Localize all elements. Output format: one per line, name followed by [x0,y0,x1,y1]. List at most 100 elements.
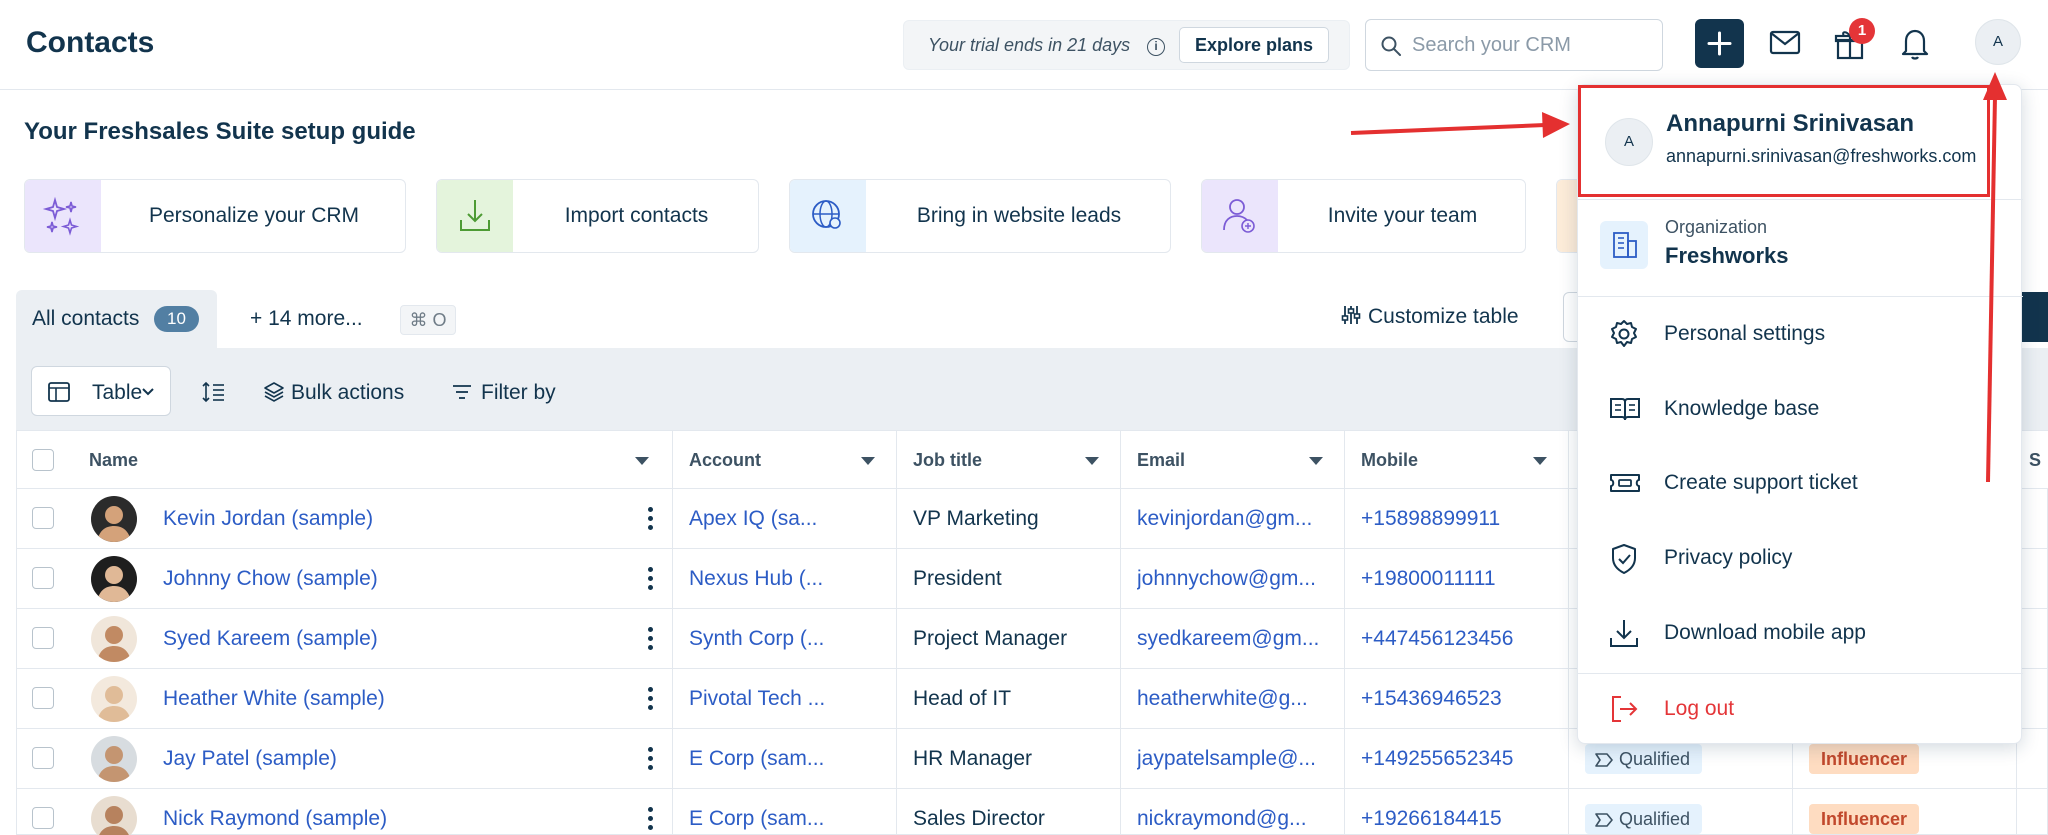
search-input[interactable] [1412,32,1652,58]
column-menu-icon[interactable] [1085,457,1099,465]
book-icon [1610,398,1640,421]
filter-button[interactable]: Filter by [451,381,556,405]
mobile-link[interactable]: +149255652345 [1361,747,1513,771]
name-cell: Syed Kareem (sample) [73,609,673,668]
guide-card-website-leads[interactable]: Bring in website leads [789,179,1171,253]
account-cell: Apex IQ (sa... [673,489,897,548]
email-cell: jaypatelsample@... [1121,729,1345,788]
select-all-checkbox[interactable] [32,449,54,471]
menu-item-log-out[interactable]: Log out [1578,679,2023,739]
add-button[interactable] [1695,19,1744,68]
status-cell: Qualified [1569,789,1793,835]
job-title-cell: President [897,549,1121,608]
menu-divider [1578,199,2023,200]
account-link[interactable]: Synth Corp (... [689,627,824,651]
view-select[interactable]: Table [31,366,171,416]
sparkles-icon [25,180,101,252]
menu-item-download-mobile-app[interactable]: Download mobile app [1578,603,2023,663]
mobile-link[interactable]: +19266184415 [1361,807,1502,831]
bulk-actions-button[interactable]: Bulk actions [263,381,404,405]
customize-label: Customize table [1368,305,1519,328]
role-badge: Influencer [1809,804,1920,834]
contact-name-link[interactable]: Heather White (sample) [163,687,385,711]
search-icon [1381,36,1401,56]
guide-card-import[interactable]: Import contacts [436,179,759,253]
table-icon [48,382,70,402]
bulk-actions-label: Bulk actions [291,381,405,404]
name-cell: Johnny Chow (sample) [73,549,673,608]
bell-icon[interactable] [1900,27,1930,61]
row-checkbox[interactable] [32,567,54,589]
row-checkbox[interactable] [32,507,54,529]
email-link[interactable]: jaypatelsample@... [1137,747,1337,771]
guide-card-invite-team[interactable]: Invite your team [1201,179,1526,253]
column-header-job-title[interactable]: Job title [897,431,1121,489]
mail-icon[interactable] [1769,30,1801,56]
contact-avatar [91,556,137,602]
search-box[interactable] [1365,19,1663,71]
row-checkbox[interactable] [32,687,54,709]
contact-name-link[interactable]: Kevin Jordan (sample) [163,507,373,531]
row-checkbox[interactable] [32,747,54,769]
contact-name-link[interactable]: Syed Kareem (sample) [163,627,378,651]
menu-item-personal-settings[interactable]: Personal settings [1578,304,2023,364]
more-options-icon[interactable] [648,567,654,594]
email-cell: syedkareem@gm... [1121,609,1345,668]
contact-name-link[interactable]: Nick Raymond (sample) [163,807,387,831]
column-header-name[interactable]: Name [73,431,673,489]
email-link[interactable]: johnnychow@gm... [1137,567,1337,591]
mobile-link[interactable]: +15898899911 [1361,507,1500,531]
job-title-cell: Sales Director [897,789,1121,835]
account-link[interactable]: E Corp (sam... [689,807,824,831]
user-avatar[interactable]: A [1975,19,2021,65]
row-checkbox[interactable] [32,807,54,829]
contact-avatar [91,736,137,782]
email-link[interactable]: syedkareem@gm... [1137,627,1337,651]
menu-item-knowledge-base[interactable]: Knowledge base [1578,379,2023,439]
more-options-icon[interactable] [648,627,654,654]
more-options-icon[interactable] [648,507,654,534]
logout-icon [1612,696,1638,722]
mobile-link[interactable]: +447456123456 [1361,627,1513,651]
mobile-cell: +447456123456 [1345,609,1569,668]
more-options-icon[interactable] [648,687,654,714]
menu-item-label: Knowledge base [1664,397,1820,420]
row-density-icon[interactable] [202,381,226,403]
tab-all-contacts[interactable]: All contacts 10 [16,290,217,348]
contact-name-link[interactable]: Johnny Chow (sample) [163,567,378,591]
menu-divider [1578,296,2023,297]
customize-table-button[interactable]: Customize table [1340,304,1519,329]
column-menu-icon[interactable] [1533,457,1547,465]
column-header-mobile[interactable]: Mobile [1345,431,1569,489]
mobile-link[interactable]: +19800011111 [1361,567,1496,591]
account-link[interactable]: Apex IQ (sa... [689,507,817,531]
menu-item-privacy-policy[interactable]: Privacy policy [1578,528,2023,588]
more-options-icon[interactable] [648,747,654,774]
email-cell: johnnychow@gm... [1121,549,1345,608]
menu-item-label: Download mobile app [1664,621,1866,644]
column-menu-icon[interactable] [861,457,875,465]
row-checkbox[interactable] [32,627,54,649]
menu-item-create-support-ticket[interactable]: Create support ticket [1578,453,2023,513]
guide-card-personalize[interactable]: Personalize your CRM [24,179,406,253]
mobile-link[interactable]: +15436946523 [1361,687,1502,711]
column-menu-icon[interactable] [635,457,649,465]
email-link[interactable]: kevinjordan@gm... [1137,507,1337,531]
account-link[interactable]: Nexus Hub (... [689,567,823,591]
contact-name-link[interactable]: Jay Patel (sample) [163,747,337,771]
explore-plans-button[interactable]: Explore plans [1179,27,1329,63]
email-link[interactable]: heatherwhite@g... [1137,687,1337,711]
column-header-account[interactable]: Account [673,431,897,489]
email-link[interactable]: nickraymond@g... [1137,807,1337,831]
account-link[interactable]: E Corp (sam... [689,747,824,771]
info-icon[interactable]: i [1147,38,1165,56]
account-link[interactable]: Pivotal Tech ... [689,687,825,711]
row-select-cell [17,669,73,728]
plus-icon [1707,31,1732,56]
more-options-icon[interactable] [648,807,654,834]
more-views-tab[interactable]: + 14 more... [250,307,363,331]
user-profile-highlight[interactable]: A Annapurni Srinivasan annapurni.sriniva… [1578,85,1990,197]
column-header-email[interactable]: Email [1121,431,1345,489]
column-menu-icon[interactable] [1309,457,1323,465]
table-row[interactable]: Nick Raymond (sample) E Corp (sam... Sal… [17,789,2048,835]
